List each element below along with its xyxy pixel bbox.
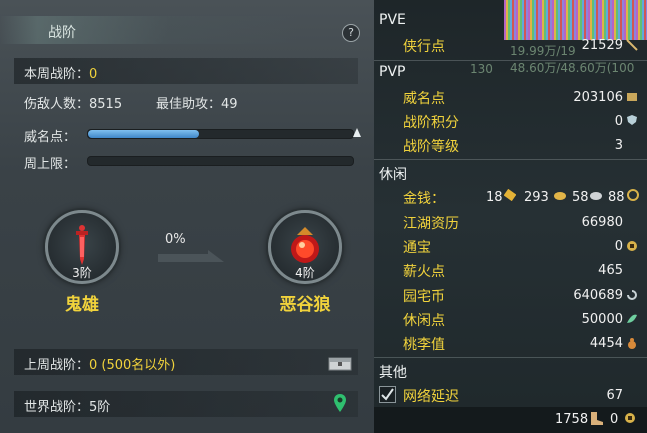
kills-stat: 伤敌人数：8515 <box>24 97 123 112</box>
boot-icon <box>591 412 603 425</box>
pvp-row-label: 威名点 <box>403 91 445 107</box>
footer-left-value: 1758 <box>555 412 589 427</box>
last-week-rank-value: 0 (500名以外) <box>89 358 176 373</box>
money-silver-value: 293 <box>524 190 549 205</box>
renown-progress-fill <box>88 130 200 138</box>
divider <box>374 60 647 61</box>
money-tael-value: 88 <box>608 190 625 205</box>
world-rank: 世界战阶：5阶 <box>24 400 111 415</box>
money-gold-value: 18 <box>486 190 503 205</box>
money-copper-value: 58 <box>572 190 589 205</box>
assists-stat: 最佳助攻：49 <box>156 97 238 112</box>
next-rank-name: 恶谷狼 <box>279 295 331 315</box>
badge-icon <box>627 93 637 101</box>
other-row-label: 网络延迟 <box>403 389 459 405</box>
background-hp-text: 19.99万/19 <box>510 44 576 58</box>
background-level-text: 130 <box>470 62 493 76</box>
pve-row-value: 21529 <box>581 38 623 53</box>
leisure-row-value: 66980 <box>581 215 623 230</box>
gourd-icon <box>628 338 636 349</box>
sword-icon <box>626 39 638 51</box>
panel-title: 战阶 <box>48 25 76 41</box>
renown-label: 威名点： <box>24 130 77 145</box>
help-button[interactable]: ? <box>342 24 360 42</box>
leaf-icon <box>627 314 637 323</box>
pvp-row-value: 203106 <box>573 90 623 105</box>
current-rank-level: 3阶 <box>72 266 92 280</box>
other-row-value: 67 <box>606 388 623 403</box>
pve-row-label: 侠行点 <box>403 39 445 55</box>
location-pin-icon[interactable] <box>333 393 347 413</box>
background-game-scene <box>504 0 647 40</box>
pvp-row-value: 0 <box>614 114 623 129</box>
weekly-rank-value: 0 <box>89 67 98 82</box>
weekly-cap-progress-bar <box>87 156 354 166</box>
silver-ingot-icon <box>554 192 566 200</box>
background-mp-text: 48.60万/48.60万(100 <box>510 61 635 75</box>
leisure-row-value: 640689 <box>573 288 623 303</box>
leisure-row-label: 通宝 <box>403 240 431 256</box>
leisure-row-value: 4454 <box>589 336 623 351</box>
leisure-row-label: 江湖资历 <box>403 216 459 232</box>
leisure-row-label: 休闲点 <box>403 313 445 329</box>
coin-icon <box>625 413 635 423</box>
swirl-icon <box>627 290 637 300</box>
money-label: 金钱： <box>403 191 445 207</box>
weekly-cap-label: 周上限： <box>24 157 77 172</box>
current-rank-name: 鬼雄 <box>65 295 99 315</box>
divider <box>374 159 647 160</box>
other-section-header: 其他 <box>379 365 407 381</box>
world-rank-value: 5阶 <box>89 400 111 415</box>
leisure-row-label: 桃李值 <box>403 337 445 353</box>
last-week-rank: 上周战阶：0 (500名以外) <box>24 358 176 373</box>
pve-section-header: PVE <box>379 12 406 28</box>
coin-icon <box>627 189 639 201</box>
battle-rank-panel: 战阶 ? 本周战阶：0 伤敌人数：8515 最佳助攻：49 威名点： 周上限： … <box>0 0 374 433</box>
network-latency-checkbox[interactable] <box>379 386 396 403</box>
chest-icon[interactable] <box>328 355 352 371</box>
footer-bar <box>374 407 647 433</box>
pvp-row-label: 战阶等级 <box>403 139 459 155</box>
divider <box>374 357 647 358</box>
pvp-section-header: PVP <box>379 64 406 80</box>
gold-ingot-icon <box>504 189 516 201</box>
leisure-row-label: 园宅币 <box>403 289 445 305</box>
next-rank-level: 4阶 <box>295 266 315 280</box>
assists-value: 49 <box>221 97 238 112</box>
copper-ingot-icon <box>590 192 602 200</box>
currency-stats-panel: 19.99万/19 130 48.60万/48.60万(100 PVE 侠行点 … <box>374 0 647 433</box>
kills-value: 8515 <box>89 97 123 112</box>
arrow-right-icon <box>158 250 224 262</box>
checkmark-icon <box>381 388 394 401</box>
leisure-row-value: 0 <box>614 239 623 254</box>
pvp-row-label: 战阶积分 <box>403 115 459 131</box>
shield-icon <box>627 115 637 125</box>
leisure-row-label: 薪火点 <box>403 264 445 280</box>
renown-marker-icon <box>353 128 361 137</box>
coin-icon <box>627 241 637 251</box>
renown-progress-bar <box>87 129 354 139</box>
rank-progress-percent: 0% <box>165 232 186 247</box>
footer-right-value: 0 <box>610 412 619 427</box>
leisure-section-header: 休闲 <box>379 167 407 183</box>
pvp-row-value: 3 <box>614 138 623 153</box>
leisure-row-value: 50000 <box>581 312 623 327</box>
weekly-rank-label: 本周战阶：0 <box>24 67 98 82</box>
leisure-row-value: 465 <box>598 263 623 278</box>
